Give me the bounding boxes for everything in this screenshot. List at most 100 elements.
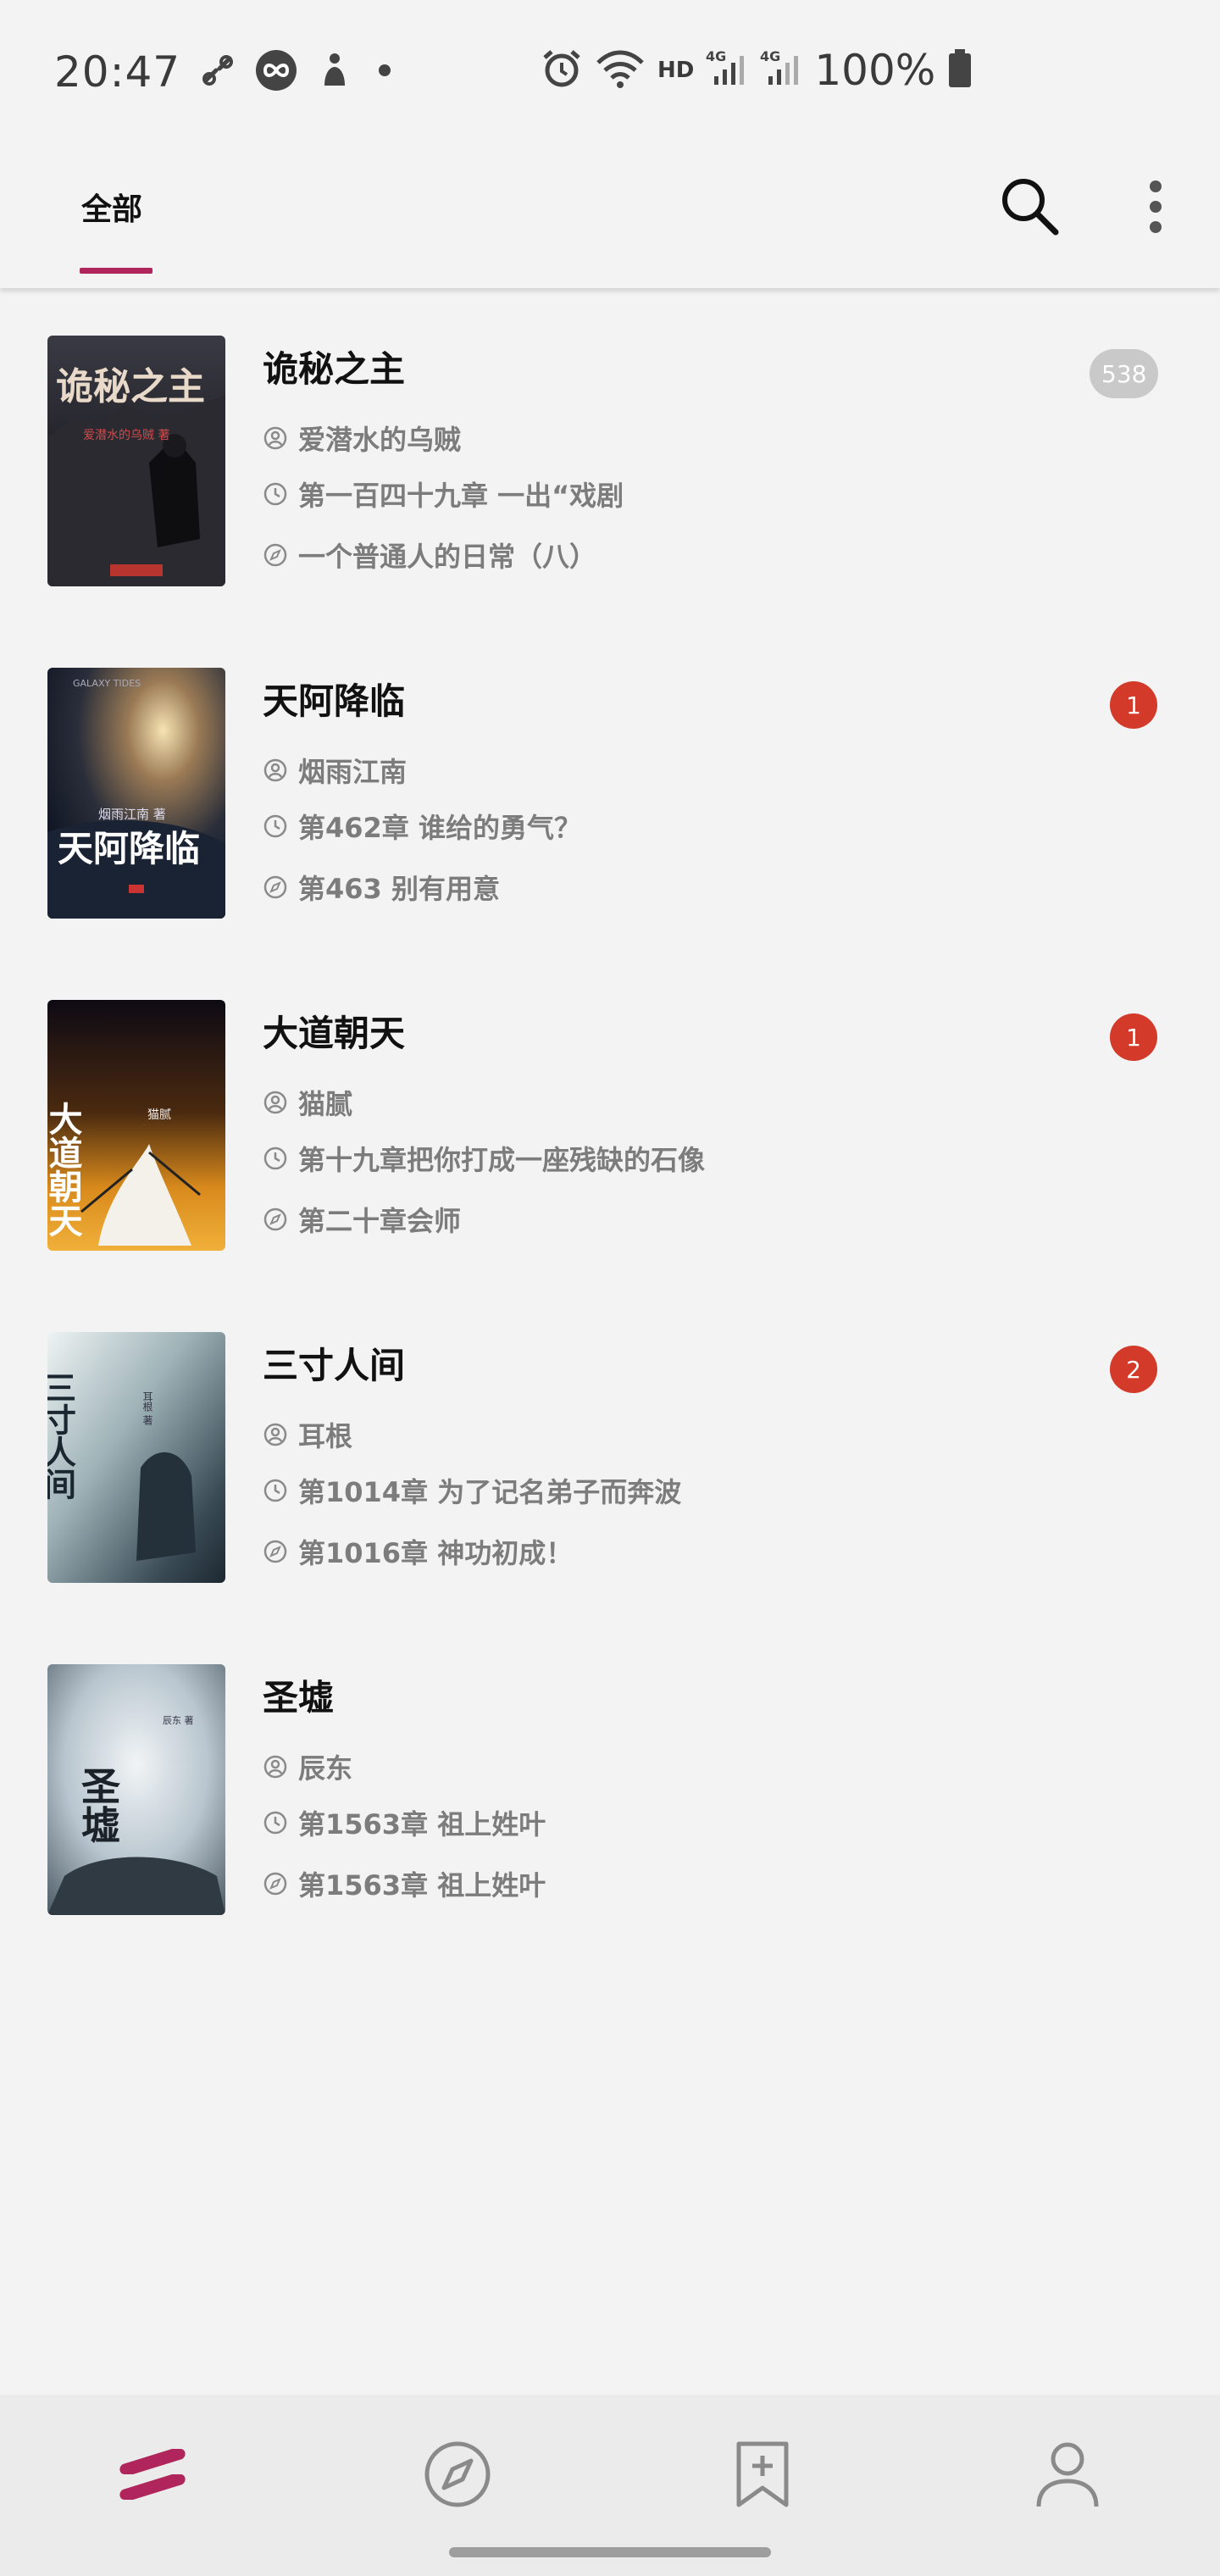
explore-icon: [424, 2441, 491, 2507]
svg-text:猫腻: 猫腻: [147, 1108, 171, 1122]
book-latest-chapter: 第462章 谁给的勇气？: [263, 807, 581, 846]
person-icon: [263, 758, 287, 782]
bookmark-add-icon: [736, 2441, 789, 2507]
person-icon: [263, 1423, 287, 1446]
book-latest-chapter: 第1563章 祖上姓叶: [263, 1803, 546, 1842]
svg-text:4G: 4G: [706, 48, 726, 64]
book-latest-chapter-label: 第1563章 祖上姓叶: [298, 1808, 546, 1840]
nav-profile[interactable]: [1017, 2432, 1118, 2517]
battery-icon: [947, 49, 973, 92]
signal-4g-icon: 4G: [706, 47, 748, 93]
more-options-button[interactable]: [1142, 175, 1169, 239]
wifi-icon: [595, 47, 646, 93]
infinity-icon: [255, 49, 297, 95]
book-author: 猫腻: [263, 1083, 352, 1122]
nav-bookshelf[interactable]: [102, 2432, 203, 2517]
book-latest-chapter: 第1014章 为了记名弟子而奔波: [263, 1471, 681, 1510]
book-read-chapter: 第1563章 祖上姓叶: [263, 1864, 546, 1903]
book-title: 三寸人间: [263, 1345, 406, 1386]
book-cover: 三寸人间 耳根 著: [47, 1332, 225, 1583]
svg-text:爱潜水的乌贼 著: 爱潜水的乌贼 著: [83, 429, 169, 442]
svg-text:三寸人间: 三寸人间: [47, 1371, 77, 1500]
svg-text:4G: 4G: [760, 48, 780, 64]
book-author: 辰东: [263, 1747, 352, 1786]
clock-icon: [263, 814, 287, 838]
profile-icon: [1036, 2442, 1099, 2507]
book-read-chapter: 第二十章会师: [263, 1200, 461, 1239]
alarm-icon: [541, 47, 583, 93]
tab-all[interactable]: 全部: [81, 185, 142, 229]
book-item[interactable]: 圣墟 辰东 著 圣墟 辰东 第1563章 祖上姓叶 第1563章 祖上姓叶: [0, 1664, 1220, 1918]
person-icon: [263, 1091, 287, 1114]
search-icon: [1002, 179, 1059, 236]
book-author: 耳根: [263, 1415, 352, 1454]
book-latest-chapter-label: 第一百四十九章 一出“戏剧: [298, 480, 624, 512]
book-author-label: 辰东: [298, 1752, 353, 1785]
clock-icon: [263, 482, 287, 506]
book-read-chapter: 一个普通人的日常（八）: [263, 536, 596, 575]
book-item[interactable]: 大道朝天 猫腻 大道朝天 猫腻 第十九章把你打成一座残缺的石像 第二十章会师 1: [0, 1000, 1220, 1254]
app-screen: 20:47 HD 4G 4G 100% 全部 诡秘之主 爱潜水的乌贼 著 诡秘之…: [0, 0, 1220, 2576]
book-read-chapter: 第1016章 神功初成！: [263, 1532, 573, 1571]
svg-text:大道朝天: 大道朝天: [47, 1102, 83, 1237]
book-author: 烟雨江南: [263, 751, 407, 790]
dot-icon: [372, 58, 397, 86]
bookshelf-icon: [119, 2449, 186, 2500]
book-read-chapter-label: 第二十章会师: [298, 1205, 462, 1237]
book-item[interactable]: GALAXY TIDES 烟雨江南 著 天阿降临 天阿降临 烟雨江南 第462章…: [0, 668, 1220, 922]
search-button[interactable]: [998, 175, 1062, 239]
book-latest-chapter: 第十九章把你打成一座残缺的石像: [263, 1139, 705, 1178]
person-icon: [263, 1755, 287, 1779]
status-bar: 20:47 HD 4G 4G 100%: [0, 0, 1220, 144]
svg-text:诡秘之主: 诡秘之主: [56, 365, 205, 408]
top-app-bar: 全部: [0, 144, 1220, 288]
book-title: 圣墟: [263, 1677, 335, 1718]
book-author-label: 耳根: [298, 1420, 353, 1452]
book-cover: 诡秘之主 爱潜水的乌贼 著: [47, 336, 225, 586]
svg-text:天阿降临: 天阿降临: [58, 828, 200, 869]
tab-indicator: [80, 268, 152, 274]
compass-icon: [263, 1872, 287, 1896]
book-cover: 大道朝天 猫腻: [47, 1000, 225, 1251]
svg-text:耳根 著: 耳根 著: [141, 1391, 153, 1425]
svg-text:圣墟: 圣墟: [75, 1766, 121, 1844]
accessibility-icon: [316, 52, 353, 92]
book-latest-chapter-label: 第462章 谁给的勇气？: [298, 812, 581, 844]
book-cover: 圣墟 辰东 著: [47, 1664, 225, 1915]
clock-icon: [263, 1479, 287, 1502]
svg-text:GALAXY TIDES: GALAXY TIDES: [73, 678, 141, 689]
new-chapter-badge: 2: [1110, 1346, 1157, 1393]
compass-icon: [263, 1540, 287, 1563]
clock-icon: [263, 1811, 287, 1835]
book-read-chapter-label: 第1563章 祖上姓叶: [298, 1869, 546, 1901]
book-read-chapter: 第463 别有用意: [263, 868, 500, 907]
new-chapter-badge: 1: [1110, 681, 1157, 729]
compass-icon: [263, 1208, 287, 1231]
book-read-chapter-label: 一个普通人的日常（八）: [298, 541, 597, 573]
nav-bookmarks[interactable]: [712, 2432, 813, 2517]
book-item[interactable]: 诡秘之主 爱潜水的乌贼 著 诡秘之主 爱潜水的乌贼 第一百四十九章 一出“戏剧 …: [0, 336, 1220, 590]
book-author: 爱潜水的乌贼: [263, 419, 461, 458]
book-author-label: 爱潜水的乌贼: [298, 424, 462, 456]
book-author-label: 猫腻: [298, 1088, 353, 1120]
book-read-chapter-label: 第1016章 神功初成！: [298, 1537, 574, 1569]
clock-icon: [263, 1146, 287, 1170]
book-item[interactable]: 三寸人间 耳根 著 三寸人间 耳根 第1014章 为了记名弟子而奔波 第1016…: [0, 1332, 1220, 1586]
nav-explore[interactable]: [407, 2432, 508, 2517]
book-latest-chapter-label: 第十九章把你打成一座残缺的石像: [298, 1144, 706, 1176]
link-icon: [199, 52, 236, 92]
compass-icon: [263, 543, 287, 567]
signal-4g-icon: 4G: [760, 47, 802, 93]
book-title: 诡秘之主: [263, 348, 406, 390]
home-indicator[interactable]: [449, 2547, 771, 2557]
book-read-chapter-label: 第463 别有用意: [298, 873, 500, 905]
book-title: 大道朝天: [263, 1013, 406, 1054]
compass-icon: [263, 875, 287, 899]
book-title: 天阿降临: [263, 680, 406, 722]
book-latest-chapter: 第一百四十九章 一出“戏剧: [263, 475, 624, 514]
unread-count-badge: 538: [1090, 349, 1159, 398]
book-author-label: 烟雨江南: [298, 756, 408, 788]
new-chapter-badge: 1: [1110, 1013, 1157, 1061]
more-vert-icon: [1150, 180, 1162, 233]
person-icon: [263, 426, 287, 450]
